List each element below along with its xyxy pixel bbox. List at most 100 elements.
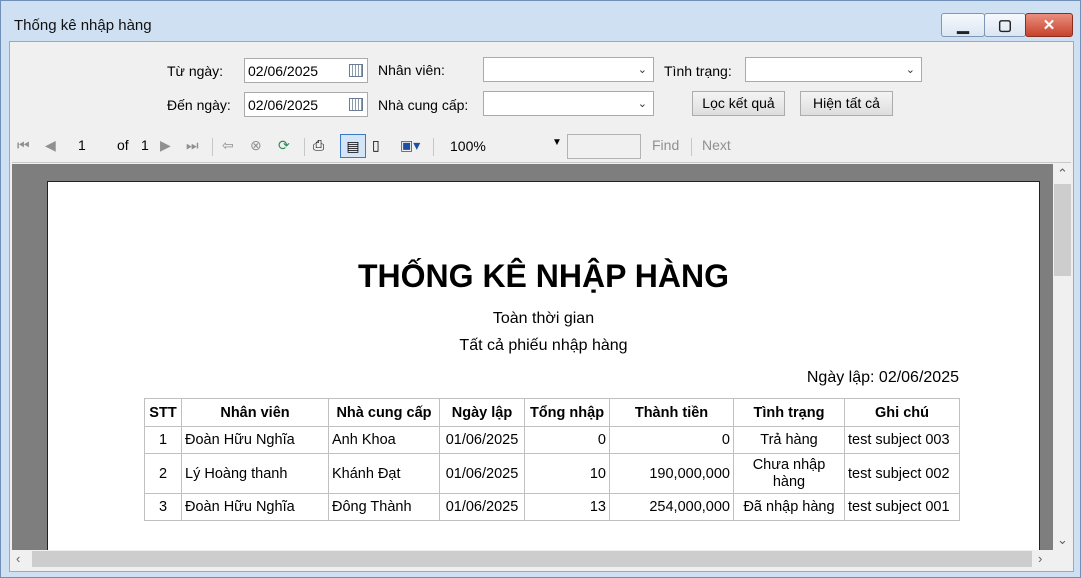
- table-cell: Anh Khoa: [328, 426, 440, 454]
- report-viewport: THỐNG KÊ NHẬP HÀNG Toàn thời gian Tất cả…: [12, 164, 1053, 550]
- minimize-icon: ▁: [957, 17, 969, 34]
- table-cell: Trả hàng: [733, 426, 845, 454]
- table-cell: 01/06/2025: [439, 426, 525, 454]
- print-icon[interactable]: ⎙: [313, 137, 324, 154]
- table-header-row: STT Nhân viên Nhà cung cấp Ngày lập Tổng…: [144, 398, 960, 427]
- back-icon[interactable]: ⇦: [222, 137, 234, 154]
- to-date-value: 02/06/2025: [248, 97, 319, 113]
- vertical-scroll-thumb[interactable]: [1054, 184, 1071, 276]
- column-header: Ghi chú: [844, 398, 960, 427]
- find-input[interactable]: [567, 134, 641, 159]
- table-cell: test subject 001: [844, 493, 960, 521]
- table-cell: 1: [144, 426, 182, 454]
- scroll-left-icon[interactable]: ‹: [16, 551, 20, 566]
- prev-page-icon[interactable]: ◀: [45, 137, 56, 154]
- to-date-label: Đến ngày:: [167, 97, 231, 113]
- report-table: STT Nhân viên Nhà cung cấp Ngày lập Tổng…: [144, 398, 960, 521]
- calendar-icon[interactable]: [349, 98, 363, 111]
- maximize-button[interactable]: ▢: [984, 13, 1026, 37]
- table-cell: 01/06/2025: [439, 493, 525, 521]
- report-toolbar: ⏮ ◀ 1 of 1 ▶ ⏭ ⇦ ⊗ ⟳ ⎙ ▤ ▯ ▣▾ 100% ▼ Fin…: [12, 132, 1071, 163]
- table-cell: 254,000,000: [609, 493, 734, 521]
- status-select[interactable]: ⌄: [745, 57, 922, 82]
- table-cell: 13: [524, 493, 610, 521]
- scroll-up-icon[interactable]: ⌃: [1057, 166, 1068, 182]
- show-all-button[interactable]: Hiện tất cả: [800, 91, 893, 116]
- table-cell: Đoàn Hữu Nghĩa: [181, 493, 329, 521]
- table-cell: Đông Thành: [328, 493, 440, 521]
- column-header: Ngày lập: [439, 398, 525, 427]
- employee-select[interactable]: ⌄: [483, 57, 654, 82]
- close-button[interactable]: ✕: [1025, 13, 1073, 37]
- title-bar: Thống kê nhập hàng ▁ ▢ ✕: [1, 1, 1080, 41]
- table-cell: Đã nhập hàng: [733, 493, 845, 521]
- table-cell: 3: [144, 493, 182, 521]
- of-label: of: [117, 137, 129, 153]
- dropdown-arrow-icon: ▼: [552, 137, 562, 148]
- table-cell: Đoàn Hữu Nghĩa: [181, 426, 329, 454]
- column-header: Nhân viên: [181, 398, 329, 427]
- table-cell: 0: [609, 426, 734, 454]
- maximize-icon: ▢: [997, 17, 1013, 34]
- from-date-picker[interactable]: 02/06/2025: [244, 58, 368, 83]
- minimize-button[interactable]: ▁: [941, 13, 985, 37]
- calendar-icon[interactable]: [349, 64, 363, 77]
- refresh-icon[interactable]: ⟳: [278, 137, 290, 154]
- table-row: 1 Đoàn Hữu Nghĩa Anh Khoa 01/06/2025 0 0…: [144, 426, 960, 454]
- report-date: Ngày lập: 02/06/2025: [806, 369, 959, 386]
- employee-label: Nhân viên:: [378, 62, 445, 78]
- total-pages: 1: [141, 137, 149, 153]
- report-subtitle-scope: Tất cả phiếu nhập hàng: [459, 337, 628, 354]
- table-cell: 190,000,000: [609, 453, 734, 494]
- table-cell: Lý Hoàng thanh: [181, 453, 329, 494]
- status-label: Tình trạng:: [664, 63, 732, 79]
- report-page: THỐNG KÊ NHẬP HÀNG Toàn thời gian Tất cả…: [47, 181, 1040, 550]
- close-icon: ✕: [1042, 17, 1056, 34]
- table-cell: Khánh Đạt: [328, 453, 440, 494]
- find-next-button[interactable]: Next: [702, 137, 731, 153]
- supplier-select[interactable]: ⌄: [483, 91, 654, 116]
- table-cell: 01/06/2025: [439, 453, 525, 494]
- column-header: Thành tiền: [609, 398, 734, 427]
- supplier-label: Nhà cung cấp:: [378, 97, 469, 113]
- print-layout-icon[interactable]: ▤: [340, 134, 366, 158]
- horizontal-scroll-thumb[interactable]: [32, 551, 1032, 567]
- column-header: STT: [144, 398, 182, 427]
- scroll-right-icon[interactable]: ›: [1038, 551, 1042, 566]
- column-header: Tình trạng: [733, 398, 845, 427]
- from-date-value: 02/06/2025: [248, 63, 319, 79]
- chevron-down-icon: ⌄: [637, 98, 647, 110]
- from-date-label: Từ ngày:: [167, 63, 224, 79]
- zoom-value: 100%: [450, 138, 486, 154]
- vertical-scrollbar[interactable]: ⌃ ⌄: [1053, 164, 1072, 550]
- toolbar-divider: [691, 138, 692, 156]
- export-icon[interactable]: ▣▾: [400, 137, 420, 154]
- scroll-down-icon[interactable]: ⌄: [1057, 532, 1068, 548]
- current-page-input[interactable]: 1: [78, 137, 112, 157]
- to-date-picker[interactable]: 02/06/2025: [244, 92, 368, 117]
- client-area: Từ ngày: 02/06/2025 Đến ngày: 02/06/2025…: [9, 41, 1074, 572]
- toolbar-divider: [304, 138, 305, 156]
- next-page-icon[interactable]: ▶: [160, 137, 171, 154]
- stop-icon[interactable]: ⊗: [250, 137, 262, 154]
- report-subtitle-period: Toàn thời gian: [492, 310, 595, 327]
- horizontal-scrollbar[interactable]: ‹ ›: [12, 550, 1053, 568]
- chevron-down-icon: ⌄: [637, 64, 647, 76]
- report-title: THỐNG KÊ NHẬP HÀNG: [358, 258, 729, 294]
- table-cell: 10: [524, 453, 610, 494]
- column-header: Tổng nhập: [524, 398, 610, 427]
- app-window: Thống kê nhập hàng ▁ ▢ ✕ Từ ngày: 02/06/…: [0, 0, 1081, 578]
- column-header: Nhà cung cấp: [328, 398, 440, 427]
- zoom-select[interactable]: 100% ▼: [444, 135, 566, 159]
- table-cell: test subject 003: [844, 426, 960, 454]
- find-button[interactable]: Find: [652, 137, 679, 153]
- page-setup-icon[interactable]: ▯: [372, 137, 380, 154]
- table-cell: 2: [144, 453, 182, 494]
- last-page-icon[interactable]: ⏭: [186, 137, 199, 154]
- toolbar-divider: [212, 138, 213, 156]
- chevron-down-icon: ⌄: [905, 64, 915, 76]
- filter-button[interactable]: Lọc kết quả: [692, 91, 785, 116]
- toolbar-divider: [433, 138, 434, 156]
- first-page-icon[interactable]: ⏮: [17, 137, 30, 154]
- table-row: 2 Lý Hoàng thanh Khánh Đạt 01/06/2025 10…: [144, 453, 960, 494]
